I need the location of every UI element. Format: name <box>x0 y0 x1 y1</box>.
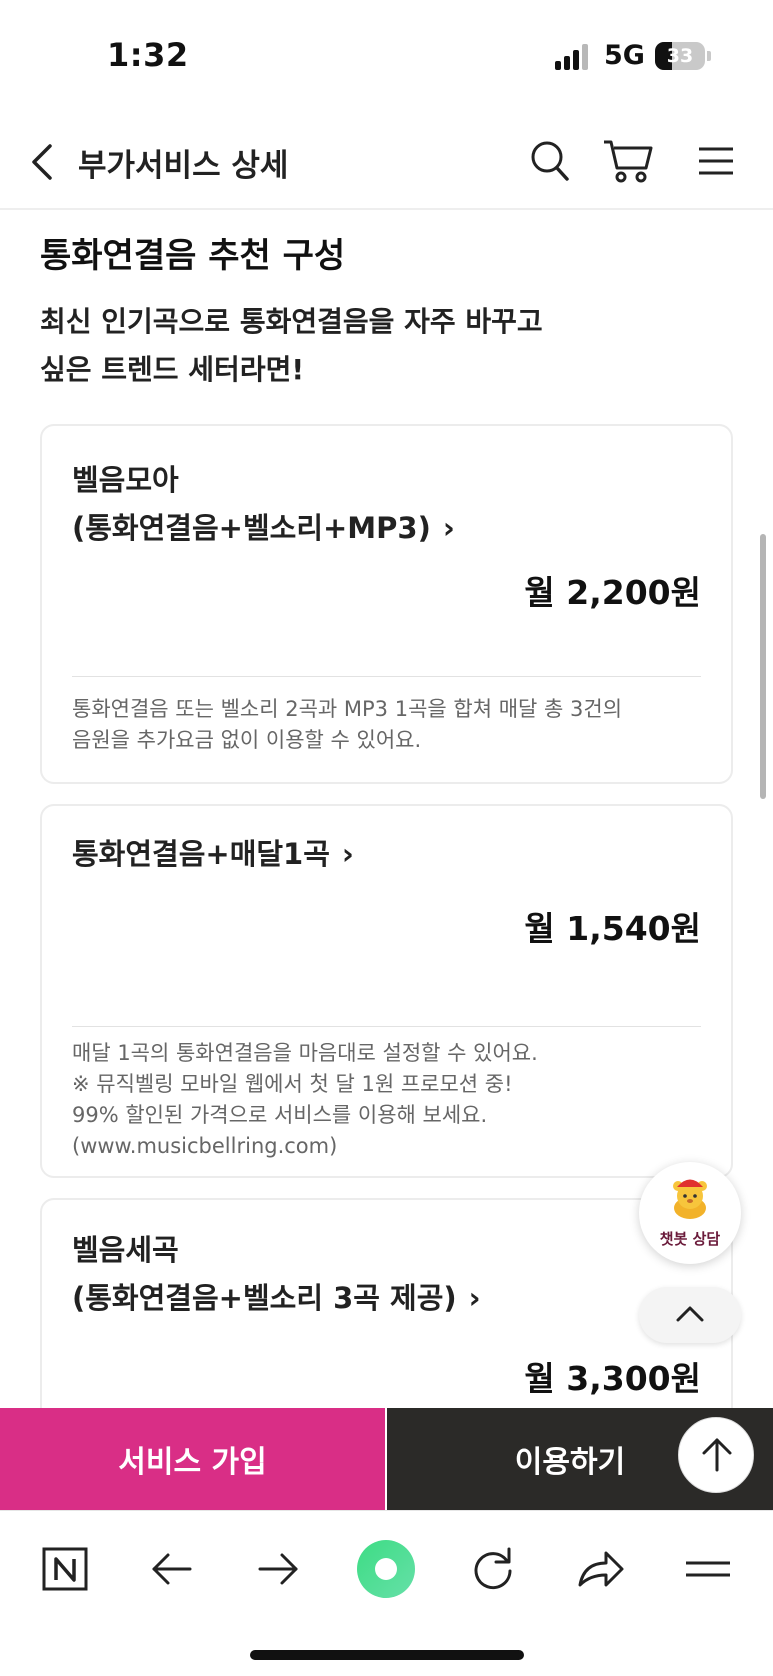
chevron-right-icon: › <box>442 511 455 545</box>
chevron-right-icon: › <box>468 1281 481 1315</box>
section-description: 최신 인기곡으로 통화연결음을 자주 바꾸고 싶은 트렌드 세터라면! <box>40 298 680 394</box>
card-divider <box>72 1026 701 1027</box>
service-name: 통화연결음+매달1곡 <box>72 837 330 871</box>
green-dot-icon[interactable] <box>354 1537 418 1601</box>
chevron-up-icon <box>676 1306 704 1322</box>
service-card: 벨음모아 (통화연결음+벨소리+MP3) › 월 2,200원 통화연결음 또는 … <box>40 424 733 784</box>
description-line: 통화연결음 또는 벨소리 2곡과 MP3 1곡을 합쳐 매달 총 3건의 <box>72 697 623 721</box>
description-line: 음원을 추가요금 없이 이용할 수 있어요. <box>72 728 422 752</box>
forward-icon[interactable] <box>248 1539 308 1599</box>
network-type: 5G <box>604 40 645 71</box>
service-join-button[interactable]: 서비스 가입 <box>0 1408 385 1510</box>
battery-level: 33 <box>666 45 694 67</box>
cart-icon[interactable] <box>602 138 654 184</box>
service-price: 월 3,300원 <box>524 1359 701 1398</box>
service-card: 벨음세곡 (통화연결음+벨소리 3곡 제공) › 월 3,300원 <box>40 1198 733 1408</box>
share-icon[interactable] <box>570 1539 630 1599</box>
service-name-link[interactable]: 통화연결음+매달1곡 › <box>72 830 354 878</box>
card-divider <box>72 676 701 677</box>
description-line: ※ 뮤직벨링 모바일 웹에서 첫 달 1원 프로모션 중! <box>72 1072 513 1096</box>
service-subname: (통화연결음+벨소리+MP3) <box>72 511 431 545</box>
service-name-link[interactable]: 벨음세곡 (통화연결음+벨소리 3곡 제공) › <box>72 1226 481 1322</box>
more-menu-icon[interactable] <box>678 1539 738 1599</box>
service-price: 월 1,540원 <box>524 909 701 948</box>
arrow-up-icon <box>702 1438 732 1472</box>
chatbot-character-icon <box>673 1179 707 1219</box>
description-line: 99% 할인된 가격으로 서비스를 이용해 보세요. <box>72 1103 488 1127</box>
back-arrow-icon[interactable] <box>26 140 60 184</box>
page-title: 부가서비스 상세 <box>78 148 289 184</box>
service-name: 벨음세곡 <box>72 1233 179 1267</box>
service-description: 매달 1곡의 통화연결음을 마음대로 설정할 수 있어요. ※ 뮤직벨링 모바일… <box>72 1038 692 1162</box>
signal-icon <box>555 44 589 70</box>
section-title: 통화연결음 추천 구성 <box>40 236 346 276</box>
chatbot-label: 챗봇 상담 <box>659 1230 721 1248</box>
back-icon[interactable] <box>142 1539 202 1599</box>
battery-tip <box>707 51 711 61</box>
service-subname: (통화연결음+벨소리 3곡 제공) <box>72 1281 457 1315</box>
service-description: 통화연결음 또는 벨소리 2곡과 MP3 1곡을 합쳐 매달 총 3건의 음원을… <box>72 694 692 756</box>
battery-icon: 33 <box>655 42 705 70</box>
scroll-up-button[interactable] <box>678 1417 754 1493</box>
search-icon[interactable] <box>530 140 570 182</box>
service-price: 월 2,200원 <box>524 573 701 612</box>
chatbot-button[interactable]: 챗봇 상담 <box>639 1162 741 1264</box>
menu-icon[interactable] <box>697 146 735 176</box>
status-bar: 1:32 5G 33 <box>0 0 773 110</box>
service-name: 벨음모아 <box>72 463 179 497</box>
chevron-right-icon: › <box>341 837 354 871</box>
section-description-line: 최신 인기곡으로 통화연결음을 자주 바꾸고 <box>40 305 543 338</box>
naver-home-icon[interactable] <box>36 1539 96 1599</box>
description-line: 매달 1곡의 통화연결음을 마음대로 설정할 수 있어요. <box>72 1041 538 1065</box>
section-description-line: 싶은 트렌드 세터라면! <box>40 353 305 386</box>
scroll-top-button[interactable] <box>639 1287 741 1343</box>
home-indicator <box>250 1650 524 1660</box>
app-header: 부가서비스 상세 <box>0 110 773 210</box>
service-card: 통화연결음+매달1곡 › 월 1,540원 매달 1곡의 통화연결음을 마음대로 … <box>40 804 733 1178</box>
description-line: (www.musicbellring.com) <box>72 1134 338 1158</box>
service-name-link[interactable]: 벨음모아 (통화연결음+벨소리+MP3) › <box>72 456 455 552</box>
scrollbar[interactable] <box>760 534 766 799</box>
refresh-icon[interactable] <box>463 1539 523 1599</box>
status-time: 1:32 <box>107 36 189 74</box>
